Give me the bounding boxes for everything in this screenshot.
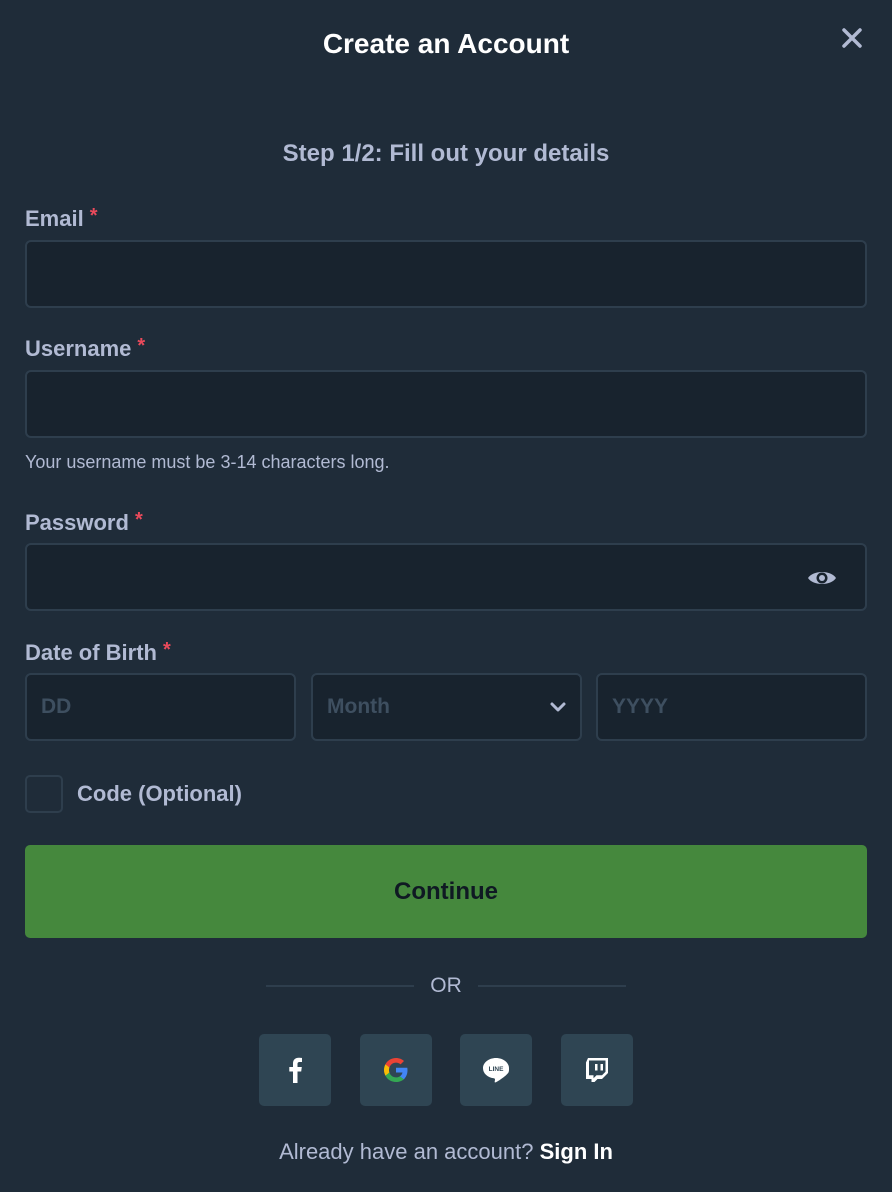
required-mark: * — [89, 205, 98, 227]
email-label: Email * — [25, 205, 98, 231]
line-icon: LINE — [483, 1058, 510, 1083]
close-icon[interactable] — [841, 27, 863, 49]
signin-link[interactable]: Sign In — [540, 1139, 613, 1164]
signin-prompt: Already have an account? Sign In — [0, 1139, 892, 1165]
username-hint: Your username must be 3-14 characters lo… — [25, 452, 390, 472]
password-field[interactable] — [27, 545, 865, 609]
facebook-login-button[interactable] — [259, 1034, 331, 1106]
chevron-down-icon — [550, 702, 566, 712]
dob-month-placeholder: Month — [327, 695, 390, 718]
dob-year-placeholder: YYYY — [612, 695, 669, 718]
required-mark: * — [163, 639, 171, 661]
google-login-button[interactable] — [360, 1034, 432, 1106]
username-field-container[interactable] — [25, 370, 867, 438]
svg-text:LINE: LINE — [489, 1066, 504, 1073]
or-divider-text: OR — [430, 974, 462, 997]
code-checkbox-label[interactable]: Code (Optional) — [77, 781, 242, 807]
google-icon — [384, 1058, 408, 1082]
divider-line-right — [478, 985, 626, 987]
username-label: Username * — [25, 335, 146, 361]
show-password-button[interactable] — [802, 563, 842, 593]
continue-button[interactable]: Continue — [25, 845, 867, 938]
dob-month-select[interactable]: Month — [311, 673, 582, 741]
step-indicator: Step 1/2: Fill out your details — [282, 140, 610, 167]
dob-day-input[interactable]: DD — [25, 673, 296, 741]
code-checkbox[interactable] — [25, 775, 63, 813]
facebook-icon — [289, 1057, 302, 1083]
username-field[interactable] — [27, 372, 865, 436]
email-field-container[interactable] — [25, 240, 867, 308]
email-field[interactable] — [27, 242, 865, 306]
dob-label: Date of Birth * — [25, 639, 171, 665]
twitch-icon — [586, 1058, 608, 1082]
password-field-container[interactable] — [25, 543, 867, 611]
dob-year-input[interactable]: YYYY — [596, 673, 867, 741]
close-button[interactable] — [836, 22, 868, 54]
twitch-login-button[interactable] — [561, 1034, 633, 1106]
eye-icon[interactable] — [806, 568, 838, 588]
modal-title: Create an Account — [322, 28, 570, 59]
line-login-button[interactable]: LINE — [460, 1034, 532, 1106]
required-mark: * — [137, 335, 146, 357]
dob-day-placeholder: DD — [41, 695, 72, 718]
required-mark: * — [134, 509, 143, 531]
password-label: Password * — [25, 509, 143, 535]
signin-prompt-text: Already have an account? — [279, 1139, 534, 1164]
